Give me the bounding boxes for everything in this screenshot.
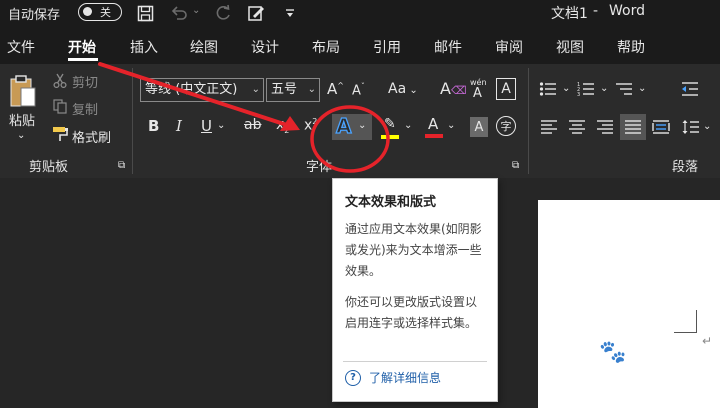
- baidu-watermark: Bai 🐾 经验 jingyan.baidu.com: [553, 340, 718, 404]
- watermark-url: jingyan.baidu.com: [553, 374, 673, 389]
- watermark-brand-cn: 经验: [627, 346, 669, 370]
- annotation-circle: [310, 105, 390, 173]
- paw-icon: 🐾: [599, 340, 627, 365]
- annotation-arrow-line: [98, 62, 292, 128]
- watermark-brand: Bai: [553, 340, 591, 367]
